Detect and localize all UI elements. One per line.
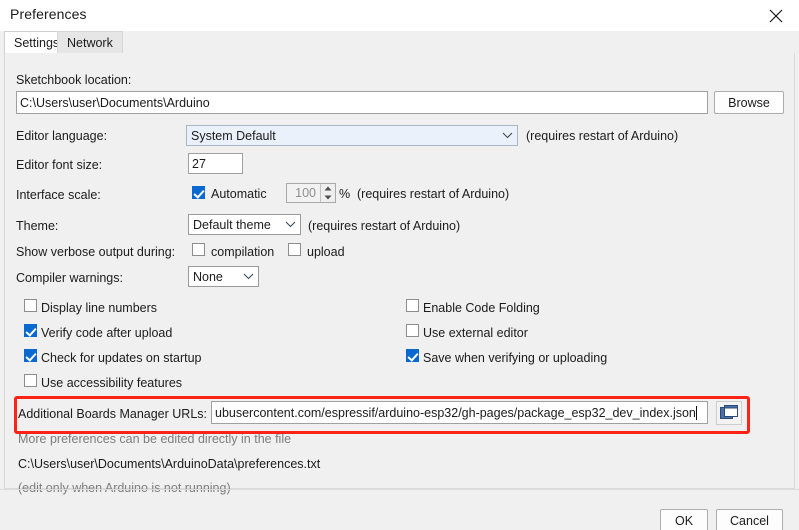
check-for-updates-checkbox[interactable] xyxy=(24,349,37,362)
stepper-down-icon[interactable] xyxy=(321,193,335,202)
interface-scale-value: 100 xyxy=(287,186,320,200)
interface-scale-stepper[interactable]: 100 xyxy=(286,183,336,203)
browse-button-label: Browse xyxy=(728,96,770,110)
use-accessibility-features-label: Use accessibility features xyxy=(41,376,182,391)
cancel-button-label: Cancel xyxy=(730,514,769,528)
additional-boards-urls-label: Additional Boards Manager URLs: xyxy=(18,407,207,422)
chevron-down-icon xyxy=(502,131,511,140)
additional-boards-urls-input[interactable]: ubusercontent.com/espressif/arduino-esp3… xyxy=(211,401,708,424)
stepper-up-icon[interactable] xyxy=(321,184,335,193)
verbose-upload-checkbox[interactable] xyxy=(288,243,301,256)
compiler-warnings-value: None xyxy=(193,270,223,284)
window-title: Preferences xyxy=(10,6,87,22)
use-external-editor-label: Use external editor xyxy=(423,326,528,341)
interface-scale-automatic-checkbox[interactable] xyxy=(192,186,205,199)
verbose-upload-label: upload xyxy=(307,245,345,260)
tab-network[interactable]: Network xyxy=(57,31,123,54)
more-preferences-note: More preferences can be edited directly … xyxy=(18,432,291,447)
theme-select[interactable]: Default theme xyxy=(188,214,301,235)
open-list-editor-icon[interactable] xyxy=(716,401,742,425)
title-bar: Preferences xyxy=(0,0,799,31)
save-when-verifying-label: Save when verifying or uploading xyxy=(423,351,607,366)
verbose-compilation-checkbox[interactable] xyxy=(192,243,205,256)
verbose-compilation-label: compilation xyxy=(211,245,274,260)
interface-scale-restart-note: (requires restart of Arduino) xyxy=(357,187,509,202)
preferences-dialog: Preferences Settings Network Sketchbook … xyxy=(0,0,799,530)
text-caret xyxy=(696,406,697,420)
editor-language-label: Editor language: xyxy=(16,129,107,144)
compiler-warnings-select[interactable]: None xyxy=(188,266,259,287)
use-accessibility-features-checkbox[interactable] xyxy=(24,374,37,387)
chevron-down-icon xyxy=(285,220,294,229)
theme-value: Default theme xyxy=(193,218,271,232)
close-icon[interactable] xyxy=(753,0,799,31)
use-external-editor-checkbox[interactable] xyxy=(406,324,419,337)
editor-font-size-value: 27 xyxy=(192,157,206,171)
verify-code-after-upload-label: Verify code after upload xyxy=(41,326,172,341)
tab-strip: Settings Network xyxy=(0,31,799,54)
editor-font-size-label: Editor font size: xyxy=(16,158,102,173)
compiler-warnings-label: Compiler warnings: xyxy=(16,271,123,286)
cancel-button[interactable]: Cancel xyxy=(716,509,783,530)
ok-button[interactable]: OK xyxy=(660,509,708,530)
theme-label: Theme: xyxy=(16,219,58,234)
check-for-updates-label: Check for updates on startup xyxy=(41,351,202,366)
interface-scale-automatic-label: Automatic xyxy=(211,187,267,202)
interface-scale-label: Interface scale: xyxy=(16,188,101,203)
interface-scale-percent-label: % xyxy=(339,187,350,202)
sketchbook-location-input[interactable]: C:\Users\user\Documents\Arduino xyxy=(16,91,708,114)
tab-network-label: Network xyxy=(67,36,113,50)
enable-code-folding-checkbox[interactable] xyxy=(406,299,419,312)
display-line-numbers-checkbox[interactable] xyxy=(24,299,37,312)
editor-language-restart-note: (requires restart of Arduino) xyxy=(526,129,678,144)
verify-code-after-upload-checkbox[interactable] xyxy=(24,324,37,337)
chevron-down-icon xyxy=(243,272,252,281)
editor-font-size-input[interactable]: 27 xyxy=(188,153,243,174)
display-line-numbers-label: Display line numbers xyxy=(41,301,157,316)
browse-button[interactable]: Browse xyxy=(714,91,784,114)
settings-panel: Sketchbook location: C:\Users\user\Docum… xyxy=(4,53,795,489)
theme-restart-note: (requires restart of Arduino) xyxy=(308,219,460,234)
enable-code-folding-label: Enable Code Folding xyxy=(423,301,540,316)
verbose-output-label: Show verbose output during: xyxy=(16,245,175,260)
additional-boards-urls-value: ubusercontent.com/espressif/arduino-esp3… xyxy=(215,406,696,420)
stepper-buttons[interactable] xyxy=(320,184,335,202)
editor-language-value: System Default xyxy=(191,129,276,143)
editor-language-select[interactable]: System Default xyxy=(186,125,518,146)
preferences-file-path: C:\Users\user\Documents\ArduinoData\pref… xyxy=(18,457,320,472)
sketchbook-location-label: Sketchbook location: xyxy=(16,73,131,88)
footer-divider xyxy=(0,489,799,490)
ok-button-label: OK xyxy=(675,514,693,528)
sketchbook-location-value: C:\Users\user\Documents\Arduino xyxy=(20,96,210,110)
save-when-verifying-checkbox[interactable] xyxy=(406,349,419,362)
tab-settings-label: Settings xyxy=(14,36,59,50)
